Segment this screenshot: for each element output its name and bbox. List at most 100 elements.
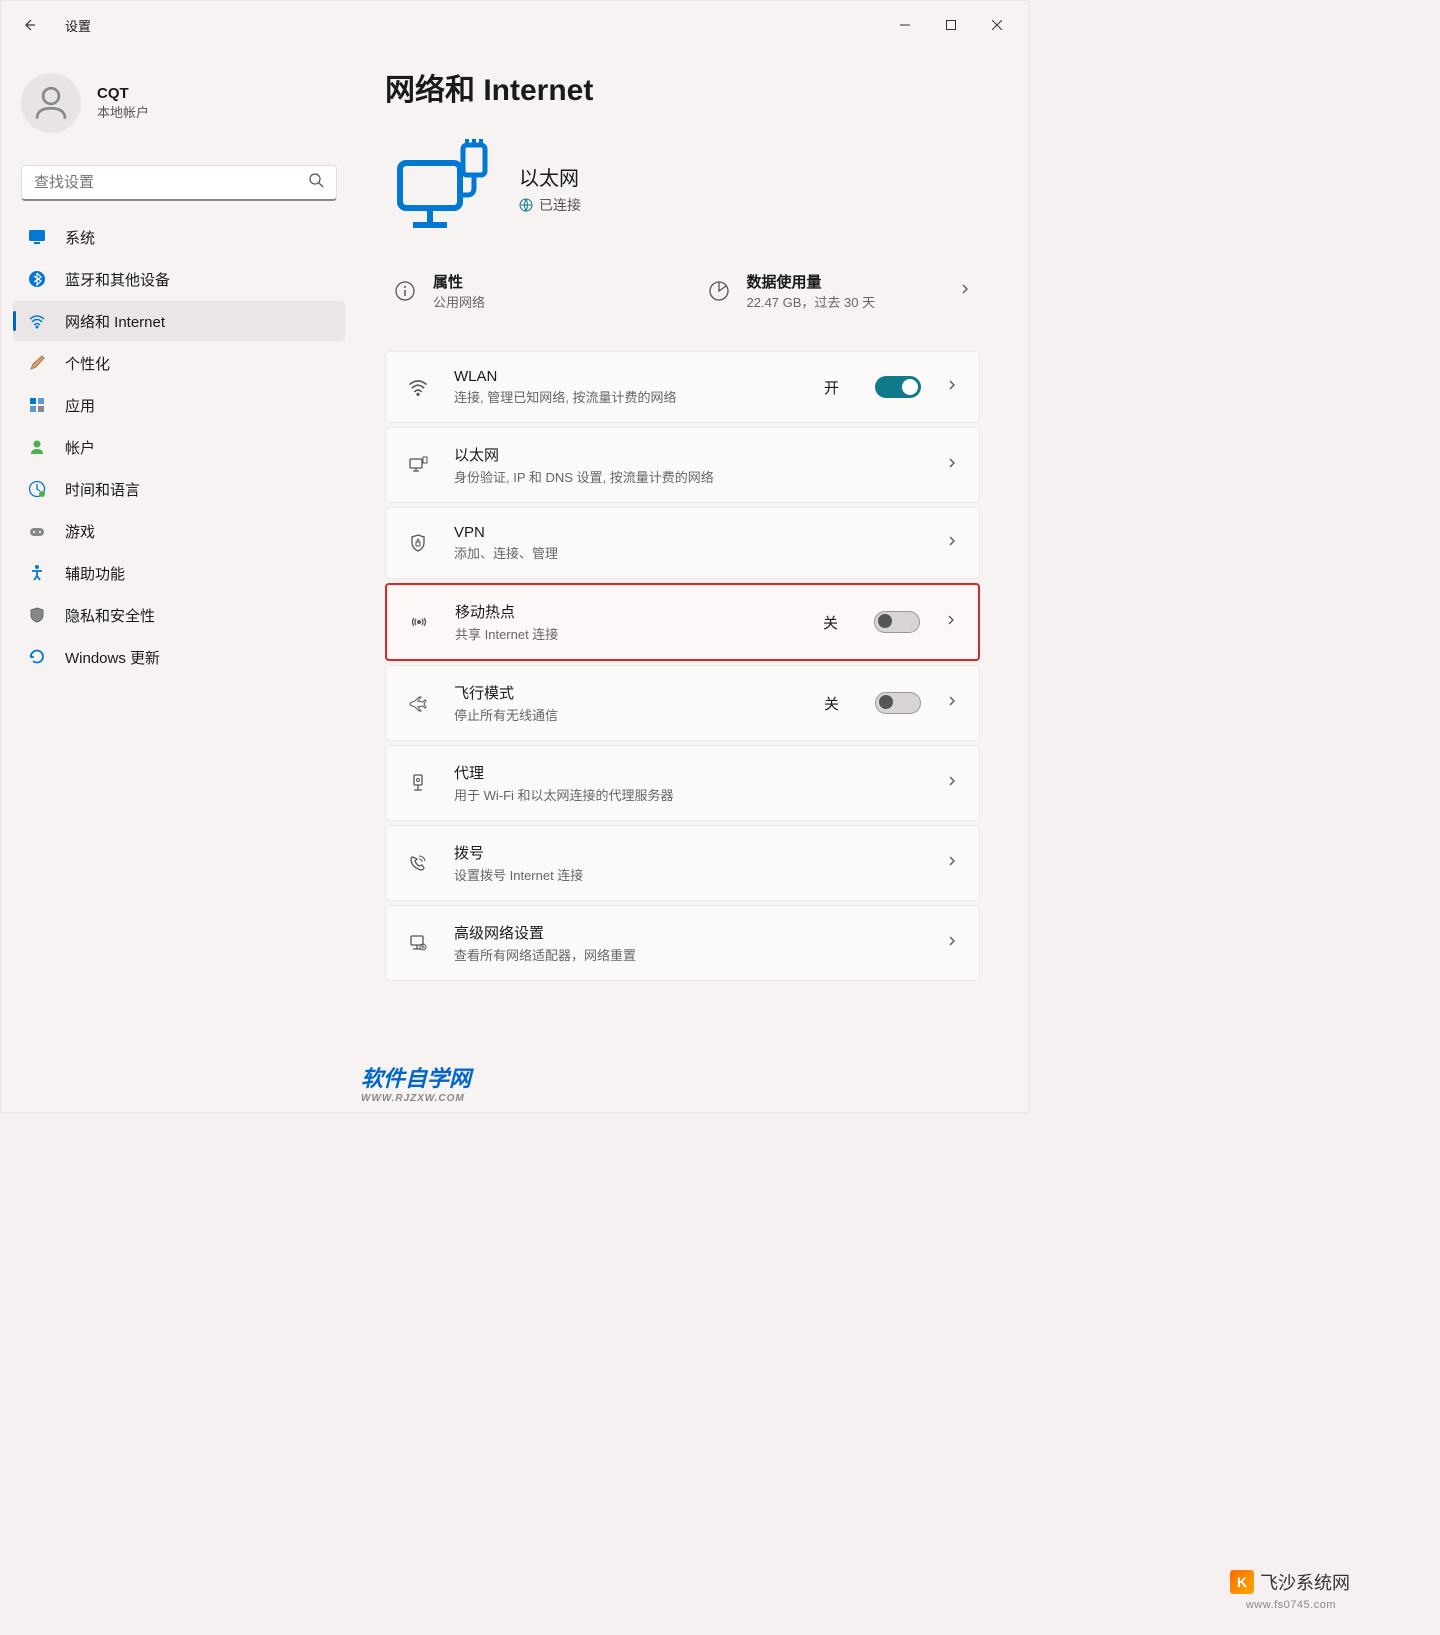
vpn-shield-icon — [406, 531, 430, 555]
toggle-label: 关 — [823, 612, 838, 633]
maximize-button[interactable] — [928, 9, 974, 41]
sidebar-item-privacy[interactable]: 隐私和安全性 — [13, 595, 345, 635]
update-icon — [27, 647, 47, 667]
setting-title: WLAN — [454, 368, 800, 385]
user-section[interactable]: CQT 本地帐户 — [9, 65, 349, 157]
setting-ethernet[interactable]: 以太网 身份验证, IP 和 DNS 设置, 按流量计费的网络 — [385, 427, 980, 503]
connection-name: 以太网 — [519, 162, 581, 191]
setting-desc: 共享 Internet 连接 — [455, 624, 799, 643]
close-icon — [992, 20, 1002, 30]
sidebar-item-accessibility[interactable]: 辅助功能 — [13, 553, 345, 593]
page-title: 网络和 Internet — [385, 65, 980, 109]
sidebar-item-label: 蓝牙和其他设备 — [65, 269, 170, 290]
window-title: 设置 — [65, 16, 91, 35]
system-icon — [27, 227, 47, 247]
pie-chart-icon — [707, 279, 731, 303]
chevron-right-icon — [945, 694, 959, 713]
sidebar-item-update[interactable]: Windows 更新 — [13, 637, 345, 677]
paintbrush-icon — [27, 353, 47, 373]
sidebar-item-label: 时间和语言 — [65, 479, 140, 500]
arrow-left-icon — [21, 17, 37, 33]
apps-icon — [27, 395, 47, 415]
sidebar-item-accounts[interactable]: 帐户 — [13, 427, 345, 467]
search-box[interactable] — [21, 165, 337, 201]
setting-airplane[interactable]: 飞行模式 停止所有无线通信 关 — [385, 665, 980, 741]
setting-title: 代理 — [454, 762, 921, 783]
airplane-icon — [406, 691, 430, 715]
watermark-rjzxw: 软件自学网 WWW.RJZXW.COM — [361, 1061, 471, 1104]
globe-clock-icon — [27, 479, 47, 499]
sidebar-item-label: 系统 — [65, 227, 95, 248]
sidebar-item-label: 隐私和安全性 — [65, 605, 155, 626]
toggle-label: 开 — [824, 377, 839, 398]
chevron-right-icon — [945, 854, 959, 873]
settings-window: 设置 CQT 本地帐户 — [0, 0, 1029, 1113]
setting-desc: 停止所有无线通信 — [454, 705, 800, 724]
sidebar-item-network[interactable]: 网络和 Internet — [13, 301, 345, 341]
setting-title: 高级网络设置 — [454, 922, 921, 943]
chevron-right-icon — [945, 534, 959, 553]
chevron-right-icon — [945, 774, 959, 793]
setting-dialup[interactable]: 拨号 设置拨号 Internet 连接 — [385, 825, 980, 901]
person-icon — [30, 82, 72, 124]
sidebar-item-apps[interactable]: 应用 — [13, 385, 345, 425]
minimize-button[interactable] — [882, 9, 928, 41]
sidebar-item-personalize[interactable]: 个性化 — [13, 343, 345, 383]
wifi-icon — [27, 311, 47, 331]
phone-icon — [406, 851, 430, 875]
data-usage-card[interactable]: 数据使用量 22.47 GB，过去 30 天 — [699, 263, 981, 319]
search-icon — [308, 172, 324, 193]
sidebar-item-system[interactable]: 系统 — [13, 217, 345, 257]
setting-desc: 连接, 管理已知网络, 按流量计费的网络 — [454, 387, 800, 406]
titlebar: 设置 — [1, 1, 1028, 49]
back-button[interactable] — [9, 7, 49, 43]
user-account-type: 本地帐户 — [97, 102, 149, 121]
network-settings-icon — [406, 931, 430, 955]
sidebar-item-label: 应用 — [65, 395, 95, 416]
sidebar-item-gaming[interactable]: 游戏 — [13, 511, 345, 551]
accessibility-icon — [27, 563, 47, 583]
avatar — [21, 73, 81, 133]
chevron-right-icon — [945, 456, 959, 475]
setting-advanced[interactable]: 高级网络设置 查看所有网络适配器，网络重置 — [385, 905, 980, 981]
shield-icon — [27, 605, 47, 625]
setting-desc: 用于 Wi-Fi 和以太网连接的代理服务器 — [454, 785, 921, 804]
setting-title: 移动热点 — [455, 601, 799, 622]
proxy-icon — [406, 771, 430, 795]
ethernet-icon — [406, 453, 430, 477]
sidebar-item-bluetooth[interactable]: 蓝牙和其他设备 — [13, 259, 345, 299]
accounts-icon — [27, 437, 47, 457]
setting-proxy[interactable]: 代理 用于 Wi-Fi 和以太网连接的代理服务器 — [385, 745, 980, 821]
setting-desc: 身份验证, IP 和 DNS 设置, 按流量计费的网络 — [454, 467, 921, 486]
ethernet-graphic-icon — [385, 133, 495, 243]
watermark-fs0745-url: www.fs0745.com — [1246, 1599, 1336, 1611]
sidebar-item-time[interactable]: 时间和语言 — [13, 469, 345, 509]
search-input[interactable] — [34, 174, 308, 191]
properties-card[interactable]: 属性 公用网络 — [385, 263, 667, 319]
close-button[interactable] — [974, 9, 1020, 41]
sidebar: CQT 本地帐户 系统 蓝牙和其他设备 网络和 I — [1, 49, 361, 1112]
setting-wlan[interactable]: WLAN 连接, 管理已知网络, 按流量计费的网络 开 — [385, 351, 980, 423]
maximize-icon — [946, 20, 956, 30]
setting-vpn[interactable]: VPN 添加、连接、管理 — [385, 507, 980, 579]
setting-hotspot[interactable]: 移动热点 共享 Internet 连接 关 — [385, 583, 980, 661]
wlan-toggle[interactable] — [875, 376, 921, 398]
sidebar-item-label: 帐户 — [65, 437, 95, 458]
setting-title: 飞行模式 — [454, 682, 800, 703]
gamepad-icon — [27, 521, 47, 541]
watermark-fs0745: K 飞沙系统网 — [1230, 1569, 1350, 1595]
chevron-right-icon — [945, 378, 959, 397]
bluetooth-icon — [27, 269, 47, 289]
sidebar-item-label: 游戏 — [65, 521, 95, 542]
setting-title: 以太网 — [454, 444, 921, 465]
hotspot-icon — [407, 610, 431, 634]
watermark-logo-icon: K — [1230, 1570, 1254, 1594]
minimize-icon — [900, 20, 910, 30]
setting-desc: 添加、连接、管理 — [454, 543, 921, 562]
wifi-icon — [406, 375, 430, 399]
hotspot-toggle[interactable] — [874, 611, 920, 633]
globe-icon — [519, 198, 533, 212]
airplane-toggle[interactable] — [875, 692, 921, 714]
info-icon — [393, 279, 417, 303]
setting-title: 拨号 — [454, 842, 921, 863]
